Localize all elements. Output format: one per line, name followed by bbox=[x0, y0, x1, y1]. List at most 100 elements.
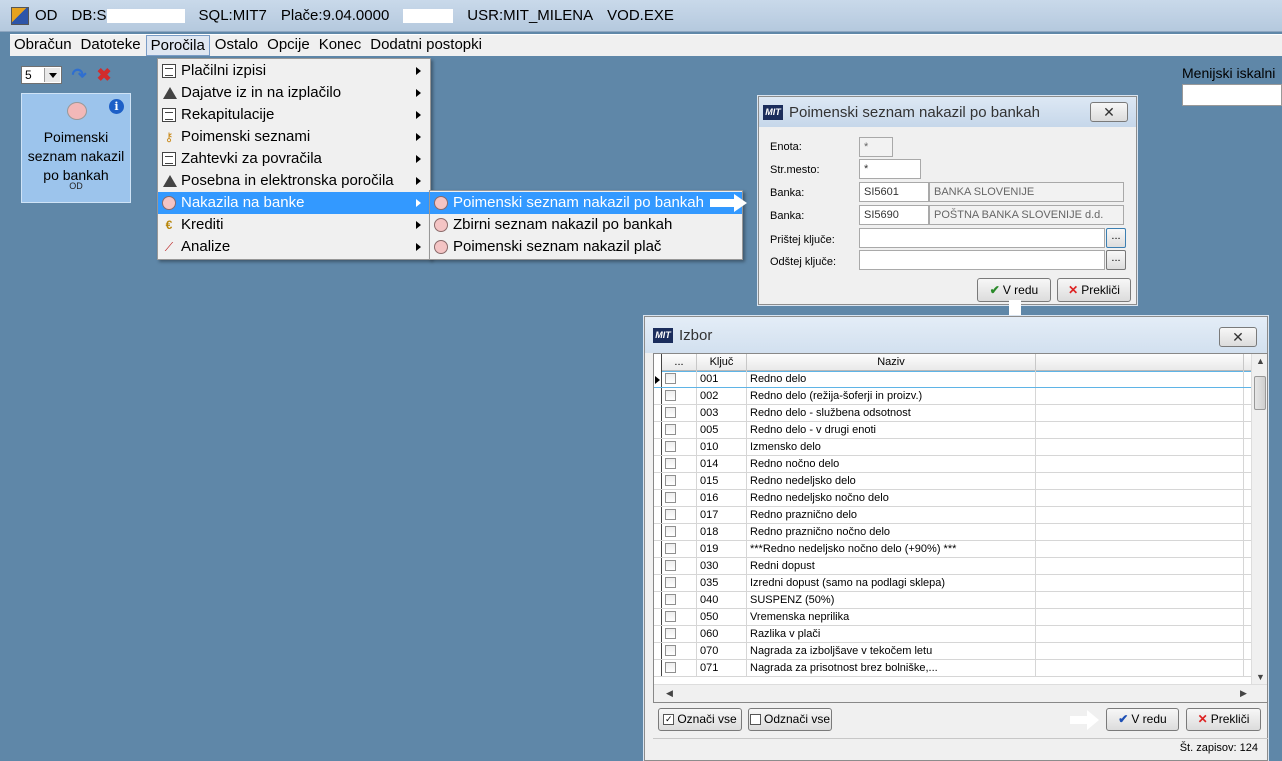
menu-konec[interactable]: Konec bbox=[315, 35, 366, 56]
menu-ostalo[interactable]: Ostalo bbox=[211, 35, 262, 56]
menu-item-zahtevki[interactable]: Zahtevki za povračila bbox=[158, 148, 430, 170]
col-name[interactable]: Naziv bbox=[747, 354, 1036, 371]
menu-obracun[interactable]: Obračun bbox=[10, 35, 76, 56]
menu-item-krediti[interactable]: € Krediti bbox=[158, 214, 430, 236]
menu-item-placilni-izpisi[interactable]: Plačilni izpisi bbox=[158, 60, 430, 82]
row-select-cell[interactable] bbox=[662, 371, 697, 387]
chevron-down-icon[interactable] bbox=[44, 68, 60, 82]
row-select-cell[interactable] bbox=[662, 473, 697, 489]
row-select-cell[interactable] bbox=[662, 524, 697, 540]
row-select-cell[interactable] bbox=[662, 456, 697, 472]
table-row[interactable]: 010 Izmensko delo bbox=[654, 439, 1254, 456]
row-checkbox[interactable] bbox=[665, 407, 676, 418]
row-select-cell[interactable] bbox=[662, 626, 697, 642]
table-row[interactable]: 050 Vremenska neprilika bbox=[654, 609, 1254, 626]
scroll-left-icon[interactable]: ◀ bbox=[666, 688, 673, 699]
row-select-cell[interactable] bbox=[662, 592, 697, 608]
row-select-cell[interactable] bbox=[662, 507, 697, 523]
row-checkbox[interactable] bbox=[665, 662, 676, 673]
scroll-up-icon[interactable]: ▲ bbox=[1256, 356, 1265, 366]
table-row[interactable]: 071 Nagrada za prisotnost brez bolniške,.… bbox=[654, 660, 1254, 677]
menu-item-rekapitulacije[interactable]: Rekapitulacije bbox=[158, 104, 430, 126]
menu-item-poimenski-nakazil-po-bankah[interactable]: Poimenski seznam nakazil po bankah bbox=[430, 192, 742, 214]
ok-button[interactable]: ✔ V redu bbox=[977, 278, 1051, 302]
select-all-button[interactable]: ✓ Označi vse bbox=[658, 708, 742, 731]
pristej-field[interactable] bbox=[859, 228, 1105, 248]
scroll-thumb[interactable] bbox=[1254, 376, 1266, 410]
menu-item-zbirni-nakazil[interactable]: Zbirni seznam nakazil po bankah bbox=[430, 214, 742, 236]
odstej-field[interactable] bbox=[859, 250, 1105, 270]
horizontal-scrollbar[interactable]: ◀ ▶ bbox=[654, 684, 1267, 702]
row-select-cell[interactable] bbox=[662, 422, 697, 438]
vertical-scrollbar[interactable]: ▲ ▼ bbox=[1251, 354, 1267, 684]
row-checkbox[interactable] bbox=[665, 492, 676, 503]
table-row[interactable]: 070 Nagrada za izboljšave v tekočem letu bbox=[654, 643, 1254, 660]
menu-search-input[interactable] bbox=[1182, 84, 1282, 106]
odstej-browse-button[interactable]: ... bbox=[1106, 250, 1126, 270]
table-row[interactable]: 030 Redni dopust bbox=[654, 558, 1254, 575]
row-select-cell[interactable] bbox=[662, 405, 697, 421]
cancel-button[interactable]: ✕ Prekliči bbox=[1057, 278, 1131, 302]
col-key[interactable]: Ključ bbox=[697, 354, 747, 371]
close-button[interactable]: ✕ bbox=[1219, 327, 1257, 347]
row-checkbox[interactable] bbox=[665, 373, 676, 384]
menu-item-analize[interactable]: ⟋ Analize bbox=[158, 236, 430, 258]
menu-item-dajatve[interactable]: Dajatve iz in na izplačilo bbox=[158, 82, 430, 104]
row-checkbox[interactable] bbox=[665, 441, 676, 452]
refresh-icon[interactable]: ↷ bbox=[70, 66, 88, 84]
row-select-cell[interactable] bbox=[662, 541, 697, 557]
row-checkbox[interactable] bbox=[665, 543, 676, 554]
row-checkbox[interactable] bbox=[665, 458, 676, 469]
banka-2-code-field[interactable]: SI5690 bbox=[859, 205, 929, 225]
menu-opcije[interactable]: Opcije bbox=[263, 35, 314, 56]
row-select-cell[interactable] bbox=[662, 660, 697, 676]
table-row[interactable]: 060 Razlika v plači bbox=[654, 626, 1254, 643]
row-select-cell[interactable] bbox=[662, 609, 697, 625]
row-checkbox[interactable] bbox=[665, 577, 676, 588]
row-select-cell[interactable] bbox=[662, 575, 697, 591]
row-checkbox[interactable] bbox=[665, 611, 676, 622]
table-row[interactable]: 035 Izredni dopust (samo na podlagi sklep… bbox=[654, 575, 1254, 592]
table-row[interactable]: 017 Redno praznično delo bbox=[654, 507, 1254, 524]
delete-icon[interactable]: ✖ bbox=[95, 66, 113, 84]
deselect-all-button[interactable]: Odznači vse bbox=[748, 708, 832, 731]
menu-item-nakazila-na-banke[interactable]: Nakazila na banke bbox=[158, 192, 430, 214]
table-row[interactable]: 019 ***Redno nedeljsko nočno delo (+90%) … bbox=[654, 541, 1254, 558]
table-row[interactable]: 001 Redno delo bbox=[654, 371, 1254, 388]
menu-datoteke[interactable]: Datoteke bbox=[77, 35, 145, 56]
row-select-cell[interactable] bbox=[662, 643, 697, 659]
cancel-button[interactable]: ✕ Prekliči bbox=[1186, 708, 1261, 731]
col-select[interactable]: ... bbox=[662, 354, 697, 371]
scroll-right-icon[interactable]: ▶ bbox=[1240, 688, 1247, 699]
row-checkbox[interactable] bbox=[665, 509, 676, 520]
row-checkbox[interactable] bbox=[665, 424, 676, 435]
menu-item-poimenski-seznami[interactable]: ⚷ Poimenski seznami bbox=[158, 126, 430, 148]
row-checkbox[interactable] bbox=[665, 526, 676, 537]
row-checkbox[interactable] bbox=[665, 475, 676, 486]
close-button[interactable]: ✕ bbox=[1090, 102, 1128, 122]
enota-field[interactable]: * bbox=[859, 137, 893, 157]
table-row[interactable]: 014 Redno nočno delo bbox=[654, 456, 1254, 473]
row-checkbox[interactable] bbox=[665, 645, 676, 656]
row-select-cell[interactable] bbox=[662, 558, 697, 574]
scroll-down-icon[interactable]: ▼ bbox=[1256, 672, 1265, 682]
strmesto-field[interactable]: * bbox=[859, 159, 921, 179]
count-combo[interactable]: 5 bbox=[21, 66, 62, 84]
row-select-cell[interactable] bbox=[662, 490, 697, 506]
shortcut-tile[interactable]: i Poimenski seznam nakazil po bankah OD bbox=[21, 93, 131, 203]
menu-item-posebna[interactable]: Posebna in elektronska poročila bbox=[158, 170, 430, 192]
table-row[interactable]: 018 Redno praznično nočno delo bbox=[654, 524, 1254, 541]
banka-1-code-field[interactable]: SI5601 bbox=[859, 182, 929, 202]
table-row[interactable]: 005 Redno delo - v drugi enoti bbox=[654, 422, 1254, 439]
menu-item-poimenski-nakazil-plac[interactable]: Poimenski seznam nakazil plač bbox=[430, 236, 742, 258]
ok-button[interactable]: ✔ V redu bbox=[1106, 708, 1179, 731]
table-row[interactable]: 015 Redno nedeljsko delo bbox=[654, 473, 1254, 490]
row-checkbox[interactable] bbox=[665, 390, 676, 401]
row-checkbox[interactable] bbox=[665, 628, 676, 639]
row-select-cell[interactable] bbox=[662, 388, 697, 404]
info-icon[interactable]: i bbox=[109, 99, 124, 114]
pristej-browse-button[interactable]: ... bbox=[1106, 228, 1126, 248]
menu-porocila[interactable]: Poročila bbox=[145, 35, 210, 56]
table-row[interactable]: 040 SUSPENZ (50%) bbox=[654, 592, 1254, 609]
table-row[interactable]: 003 Redno delo - službena odsotnost bbox=[654, 405, 1254, 422]
